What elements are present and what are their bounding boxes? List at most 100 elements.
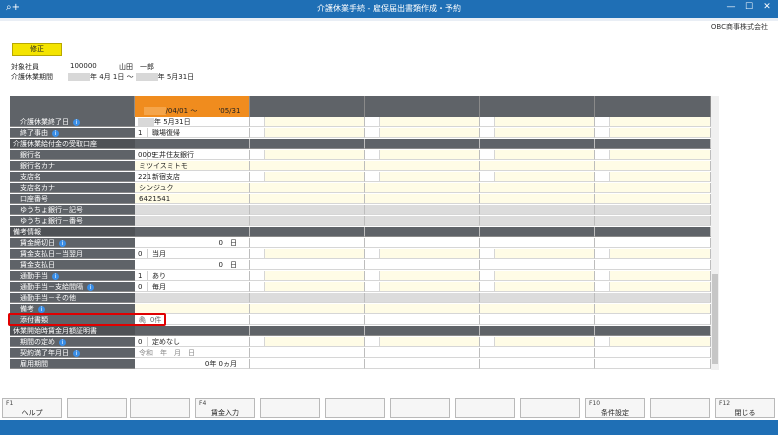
code-subcell[interactable] bbox=[365, 249, 380, 258]
grid-cell[interactable] bbox=[365, 238, 480, 248]
fkey-empty[interactable] bbox=[325, 398, 385, 418]
grid-cell[interactable]: 6421541 bbox=[135, 194, 250, 204]
code-subcell[interactable] bbox=[365, 150, 380, 159]
grid-cell[interactable] bbox=[480, 194, 595, 204]
grid-cell[interactable] bbox=[250, 117, 365, 127]
period-column-2[interactable] bbox=[250, 96, 365, 117]
grid-cell[interactable] bbox=[365, 337, 480, 347]
grid-cell[interactable] bbox=[595, 205, 711, 215]
grid-cell[interactable] bbox=[250, 282, 365, 292]
code-subcell[interactable] bbox=[365, 172, 380, 181]
grid-cell[interactable] bbox=[595, 260, 711, 270]
grid-cell[interactable] bbox=[480, 260, 595, 270]
grid-cell[interactable] bbox=[595, 194, 711, 204]
grid-cell[interactable] bbox=[595, 117, 711, 127]
code-value[interactable]: 1 bbox=[135, 271, 148, 280]
period-column-4[interactable] bbox=[480, 96, 595, 117]
code-subcell[interactable] bbox=[595, 172, 610, 181]
grid-cell[interactable] bbox=[365, 271, 480, 281]
grid-cell[interactable] bbox=[595, 348, 711, 358]
grid-cell[interactable] bbox=[480, 117, 595, 127]
grid-cell[interactable]: 0 日 bbox=[135, 238, 250, 248]
info-icon[interactable]: i bbox=[73, 118, 80, 126]
code-subcell[interactable] bbox=[480, 150, 495, 159]
grid-cell[interactable] bbox=[480, 183, 595, 193]
grid-cell[interactable] bbox=[365, 359, 480, 369]
grid-cell[interactable] bbox=[365, 315, 480, 325]
grid-cell[interactable] bbox=[595, 315, 711, 325]
grid-cell[interactable] bbox=[480, 150, 595, 160]
grid-cell[interactable]: 1 職場復帰 bbox=[135, 128, 250, 138]
grid-cell[interactable] bbox=[365, 150, 480, 160]
period-column-header[interactable]: /04/01 ～ '05/31 bbox=[135, 96, 250, 117]
grid-cell[interactable] bbox=[595, 216, 711, 226]
info-icon[interactable]: i bbox=[87, 283, 94, 291]
grid-cell[interactable] bbox=[595, 249, 711, 259]
grid-cell[interactable] bbox=[480, 282, 595, 292]
grid-cell[interactable] bbox=[595, 172, 711, 182]
grid-cell[interactable] bbox=[365, 128, 480, 138]
fkey-empty[interactable] bbox=[520, 398, 580, 418]
code-subcell[interactable] bbox=[595, 150, 610, 159]
grid-cell[interactable]: 221 新宿支店 bbox=[135, 172, 250, 182]
grid-cell[interactable] bbox=[595, 304, 711, 314]
grid-cell[interactable] bbox=[365, 282, 480, 292]
fkey-empty[interactable] bbox=[390, 398, 450, 418]
grid-cell[interactable] bbox=[135, 205, 250, 215]
grid-cell[interactable] bbox=[135, 216, 250, 226]
info-icon[interactable]: i bbox=[59, 239, 66, 247]
info-icon[interactable]: i bbox=[59, 338, 66, 346]
code-subcell[interactable] bbox=[365, 271, 380, 280]
grid-cell[interactable] bbox=[480, 271, 595, 281]
fkey-empty[interactable] bbox=[650, 398, 710, 418]
grid-cell[interactable] bbox=[250, 304, 365, 314]
grid-cell[interactable] bbox=[250, 337, 365, 347]
code-subcell[interactable] bbox=[595, 282, 610, 291]
code-subcell[interactable] bbox=[250, 128, 265, 137]
grid-cell[interactable]: ミツイスミトモ bbox=[135, 161, 250, 171]
grid-cell[interactable]: 0年 0ヵ月 bbox=[135, 359, 250, 369]
fkey-empty[interactable] bbox=[67, 398, 127, 418]
grid-cell[interactable] bbox=[250, 315, 365, 325]
grid-cell[interactable] bbox=[480, 304, 595, 314]
mode-edit-button[interactable]: 修正 bbox=[12, 43, 62, 56]
code-subcell[interactable] bbox=[365, 117, 380, 126]
grid-cell[interactable] bbox=[365, 183, 480, 193]
grid-cell[interactable]: 1 あり bbox=[135, 271, 250, 281]
grid-cell[interactable] bbox=[250, 238, 365, 248]
period-column-3[interactable] bbox=[365, 96, 480, 117]
code-subcell[interactable] bbox=[480, 172, 495, 181]
grid-cell[interactable] bbox=[595, 359, 711, 369]
grid-cell[interactable]: 令和 年 月 日 bbox=[135, 348, 250, 358]
grid-cell[interactable] bbox=[250, 216, 365, 226]
grid-cell[interactable] bbox=[480, 315, 595, 325]
grid-cell[interactable] bbox=[480, 161, 595, 171]
grid-cell[interactable] bbox=[480, 348, 595, 358]
grid-cell[interactable] bbox=[365, 205, 480, 215]
info-icon[interactable]: i bbox=[73, 349, 80, 357]
code-subcell[interactable] bbox=[250, 117, 265, 126]
code-value[interactable]: 0 bbox=[135, 282, 148, 291]
grid-cell[interactable] bbox=[480, 293, 595, 303]
grid-cell[interactable] bbox=[595, 161, 711, 171]
grid-cell[interactable] bbox=[250, 150, 365, 160]
grid-cell[interactable] bbox=[250, 348, 365, 358]
grid-cell[interactable] bbox=[365, 194, 480, 204]
grid-cell[interactable] bbox=[365, 348, 480, 358]
fkey-empty[interactable] bbox=[260, 398, 320, 418]
code-subcell[interactable] bbox=[595, 117, 610, 126]
fkey-f12[interactable]: F12 閉じる bbox=[715, 398, 775, 418]
fkey-f1[interactable]: F1 ヘルプ bbox=[2, 398, 62, 418]
grid-cell[interactable] bbox=[250, 260, 365, 270]
grid-cell[interactable]: 0 日 bbox=[135, 260, 250, 270]
code-subcell[interactable] bbox=[480, 128, 495, 137]
period-column-5[interactable] bbox=[595, 96, 711, 117]
maximize-button[interactable]: ☐ bbox=[740, 2, 758, 12]
grid-cell[interactable] bbox=[250, 161, 365, 171]
grid-cell[interactable] bbox=[250, 172, 365, 182]
code-subcell[interactable] bbox=[595, 128, 610, 137]
code-value[interactable]: 221 bbox=[135, 172, 151, 181]
code-subcell[interactable] bbox=[365, 128, 380, 137]
code-subcell[interactable] bbox=[250, 282, 265, 291]
code-subcell[interactable] bbox=[250, 249, 265, 258]
